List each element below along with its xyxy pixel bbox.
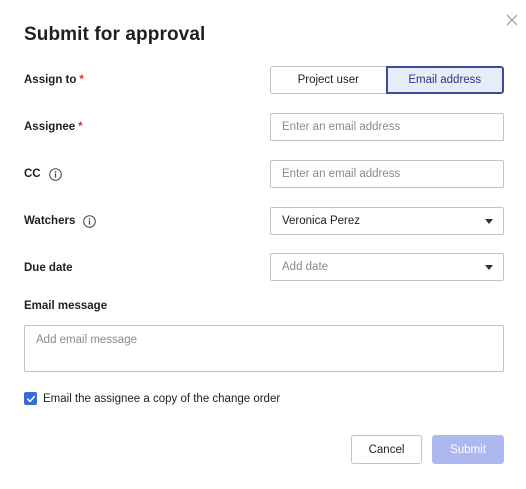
cc-placeholder: Enter an email address (282, 168, 401, 180)
watchers-select[interactable]: Veronica Perez (270, 207, 504, 235)
chevron-down-icon (485, 219, 493, 224)
watchers-label: Watchers (24, 207, 97, 235)
assign-to-label-text: Assign to (24, 74, 77, 86)
assign-to-label: Assign to * (24, 66, 84, 94)
watchers-label-text: Watchers (24, 215, 76, 227)
assignee-placeholder: Enter an email address (282, 121, 401, 133)
due-date-placeholder: Add date (282, 261, 329, 273)
due-date-picker[interactable]: Add date (270, 253, 504, 281)
info-icon[interactable] (83, 214, 97, 228)
chevron-down-icon (485, 265, 493, 270)
dialog-title: Submit for approval (24, 24, 206, 45)
assign-to-toggle: Project user Email address (270, 66, 504, 94)
email-address-option[interactable]: Email address (385, 66, 504, 94)
copy-checkbox[interactable] (24, 392, 37, 405)
cc-label: CC (24, 160, 62, 188)
assignee-label: Assignee * (24, 113, 83, 141)
copy-checkbox-label: Email the assignee a copy of the change … (43, 392, 281, 405)
close-icon[interactable] (504, 12, 520, 28)
email-message-textarea[interactable]: Add email message (24, 325, 504, 372)
required-mark: * (78, 121, 83, 133)
assignee-email-input[interactable]: Enter an email address (270, 113, 504, 141)
info-icon[interactable] (48, 167, 62, 181)
cc-email-input[interactable]: Enter an email address (270, 160, 504, 188)
due-date-label: Due date (24, 254, 73, 282)
cc-label-text: CC (24, 168, 41, 180)
required-mark: * (79, 74, 84, 86)
cancel-button[interactable]: Cancel (351, 435, 422, 464)
submit-for-approval-dialog: Submit for approval Assign to * Project … (0, 0, 526, 489)
due-date-label-text: Due date (24, 262, 73, 274)
project-user-option[interactable]: Project user (270, 66, 386, 94)
email-message-placeholder: Add email message (36, 334, 137, 346)
copy-checkbox-row: Email the assignee a copy of the change … (24, 392, 280, 405)
watchers-selected-value: Veronica Perez (282, 215, 360, 227)
assignee-label-text: Assignee (24, 121, 76, 133)
submit-button[interactable]: Submit (432, 435, 504, 464)
email-message-label: Email message (24, 300, 108, 312)
